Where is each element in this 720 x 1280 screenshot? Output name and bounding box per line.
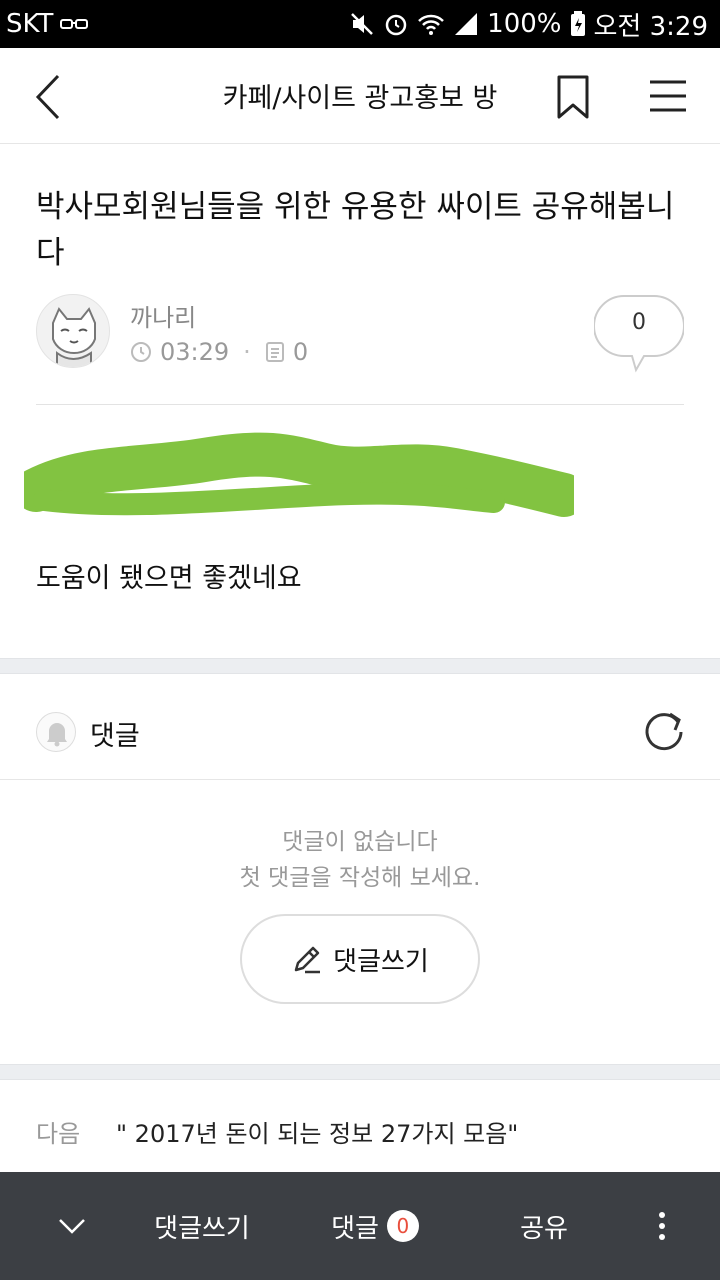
- next-post-link[interactable]: 다음 " 2017년 돈이 되는 정보 27가지 모음": [0, 1080, 720, 1172]
- next-post-title: " 2017년 돈이 되는 정보 27가지 모음": [116, 1120, 519, 1148]
- comments-header: 댓글: [0, 674, 720, 780]
- battery-percent: 100%: [487, 9, 562, 39]
- pencil-icon: [294, 946, 321, 974]
- bottom-comments-label: 댓글: [331, 1213, 379, 1244]
- empty-comments-hint: 첫 댓글을 작성해 보세요.: [239, 865, 481, 891]
- views-icon: [265, 342, 284, 362]
- bookmark-icon[interactable]: [555, 74, 591, 120]
- collapse-button[interactable]: [36, 1172, 108, 1280]
- redaction-scribble: [24, 432, 574, 517]
- back-icon[interactable]: [30, 72, 70, 122]
- comments-title: 댓글: [90, 721, 140, 752]
- signal-icon: [455, 13, 478, 35]
- app-header: 카페/사이트 광고홍보 방: [0, 48, 720, 144]
- view-count: 0: [292, 338, 309, 366]
- article-meta: 03:29 · 0: [130, 338, 308, 366]
- mute-icon: [351, 13, 374, 35]
- next-post-label: 다음: [36, 1120, 81, 1148]
- alarm-icon: [385, 14, 407, 36]
- article-body: 도움이 됐으면 좋겠네요: [36, 563, 302, 594]
- bell-icon[interactable]: [36, 712, 76, 752]
- write-comment-label: 댓글쓰기: [333, 946, 429, 977]
- avatar-cat-icon: [52, 307, 96, 367]
- bottom-write-comment-button[interactable]: 댓글쓰기: [140, 1172, 264, 1280]
- menu-icon[interactable]: [648, 78, 688, 114]
- refresh-icon[interactable]: [642, 708, 686, 752]
- comment-count: 0: [632, 310, 646, 335]
- section-separator: [0, 658, 720, 674]
- meta-separator: ·: [243, 338, 251, 366]
- section-separator: [0, 1064, 720, 1080]
- clock: 오전 3:29: [593, 11, 709, 42]
- bottom-toolbar: 댓글쓰기 댓글 0 공유: [0, 1172, 720, 1280]
- bottom-comments-button[interactable]: 댓글 0: [320, 1172, 430, 1280]
- share-button[interactable]: 공유: [508, 1172, 580, 1280]
- carrier-label: SKT: [6, 9, 54, 39]
- author-avatar[interactable]: [36, 294, 110, 368]
- battery-icon: [570, 11, 585, 36]
- empty-comments-text: 댓글이 없습니다: [282, 829, 438, 855]
- more-vertical-icon: [659, 1212, 665, 1240]
- comments-count-badge: 0: [386, 1210, 419, 1242]
- chevron-down-icon: [59, 1219, 85, 1234]
- status-bar: SKT 100% 오전 3:29: [0, 0, 720, 48]
- glasses-icon: [60, 19, 89, 29]
- article-title: 박사모회원님들을 위한 유용한 싸이트 공유해봅니다: [36, 189, 675, 271]
- board-title: 카페/사이트 광고홍보 방: [222, 83, 498, 114]
- comment-count-bubble[interactable]: 0: [593, 294, 685, 374]
- divider: [36, 404, 684, 405]
- author-name[interactable]: 까나리: [130, 298, 196, 333]
- post-time: 03:29: [160, 338, 230, 366]
- more-button[interactable]: [640, 1172, 684, 1280]
- wifi-icon: [418, 14, 445, 35]
- write-comment-button[interactable]: 댓글쓰기: [240, 914, 480, 1004]
- clock-icon: [131, 342, 151, 362]
